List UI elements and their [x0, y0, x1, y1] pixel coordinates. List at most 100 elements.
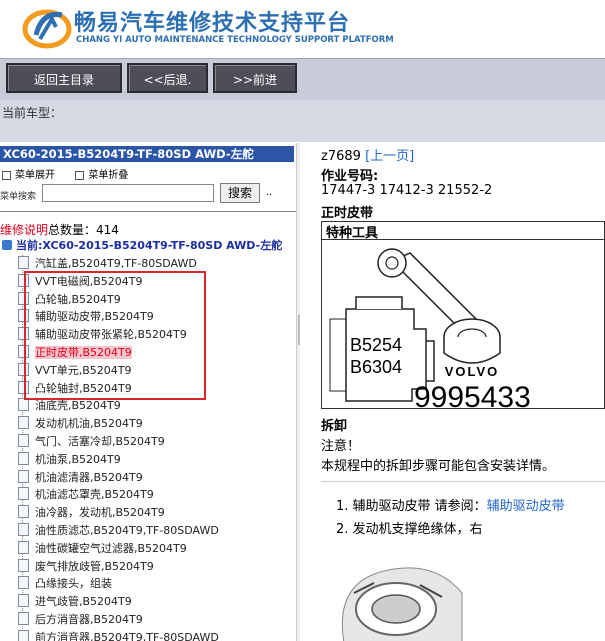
document-icon	[18, 505, 29, 519]
tree-item-label: 发动机机油,B5204T9	[35, 417, 143, 431]
menu-scrollbar[interactable]	[296, 143, 300, 641]
tree-item[interactable]: 进气歧管,B5204T9	[18, 593, 132, 610]
tree-item-label: 油冷器，发动机,B5204T9	[35, 506, 165, 520]
tree-item-label: 机油泵,B5204T9	[35, 452, 121, 466]
site-header: 畅易汽车维修技术支持平台 CHANG YI AUTO MAINTENANCE T…	[0, 0, 605, 58]
section-title: 正时皮带	[321, 206, 374, 221]
tool-brand: VOLVO	[445, 364, 500, 379]
tree-item-label: 油性质滤芯,B5204T9,TF-80SDAWD	[35, 524, 219, 537]
search-input[interactable]	[42, 184, 214, 202]
notice-text: 本规程中的拆卸步骤可能包含安装详情。	[321, 459, 556, 474]
model-header: XC60-2015-B5204T9-TF-80SD AWD-左舵	[0, 146, 294, 162]
count-row: 维修说明总数量：414	[0, 221, 119, 238]
document-icon	[18, 487, 29, 501]
step-1-text: 1. 辅助驱动皮带 请参阅：	[336, 499, 487, 514]
back-button[interactable]: <<后退.	[127, 63, 208, 93]
site-title: 畅易汽车维修技术支持平台	[74, 11, 351, 36]
step-1: 1. 辅助驱动皮带 请参阅：辅助驱动皮带	[336, 495, 565, 514]
current-node[interactable]: 当前:XC60-2015-B5204T9-TF-80SD AWD-左舵	[2, 237, 282, 253]
document-icon	[18, 523, 29, 536]
tree-item[interactable]: 废气排放歧管,B5204T9	[18, 558, 154, 575]
doc-id-row: z7689 [上一页]	[321, 145, 414, 164]
menu-collapse-link[interactable]: 菜单折叠	[88, 170, 128, 181]
forward-button[interactable]: >>前进	[213, 63, 297, 93]
site-subtitle: CHANG YI AUTO MAINTENANCE TECHNOLOGY SUP…	[76, 35, 394, 45]
steps-list: 1. 辅助驱动皮带 请参阅：辅助驱动皮带 2. 发动机支撑绝缘体，右	[336, 495, 565, 541]
tree-item-label: 前方消音器,B5204T9,TF-80SDAWD	[35, 630, 219, 641]
tree-item-label: 油性碳罐空气过滤器,B5204T9	[35, 541, 187, 555]
menu-pane: XC60-2015-B5204T9-TF-80SD AWD-左舵 菜单展开 菜单…	[0, 143, 300, 641]
tree-item-label: 凸缘接头，组装	[35, 577, 112, 591]
search-button[interactable]: 搜索	[220, 183, 260, 203]
document-icon	[18, 416, 29, 430]
disassembly-title: 拆卸	[321, 419, 348, 434]
step-1-link[interactable]: 辅助驱动皮带	[487, 499, 565, 514]
count-label: 维修说明	[0, 223, 49, 237]
tool-label-2: B6304	[350, 357, 402, 377]
tree-item[interactable]: 油性碳罐空气过滤器,B5204T9	[18, 540, 187, 557]
tree-item-label: 汽缸盖,B5204T9,TF-80SDAWD	[35, 257, 197, 270]
tree-item[interactable]: 前方消音器,B5204T9,TF-80SDAWD	[18, 629, 219, 641]
document-icon	[18, 594, 29, 608]
notice-label: 注意！	[321, 439, 361, 454]
search-more: ..	[266, 187, 273, 198]
tree-item[interactable]: 后方消音器,B5204T9	[18, 611, 143, 628]
tree-item[interactable]: 油性质滤芯,B5204T9,TF-80SDAWD	[18, 522, 219, 539]
tree-item[interactable]: 机油滤芯罩壳,B5204T9	[18, 486, 154, 503]
tree-item[interactable]: 汽缸盖,B5204T9,TF-80SDAWD	[18, 255, 197, 272]
document-icon	[18, 398, 29, 412]
document-icon	[18, 256, 29, 269]
tree-item[interactable]: 机油泵,B5204T9	[18, 451, 121, 468]
tree-item[interactable]: 凸缘接头，组装	[18, 575, 112, 592]
current-model-label: 当前车型：	[2, 106, 63, 120]
document-icon	[18, 558, 29, 572]
collapse-icon[interactable]	[75, 170, 85, 180]
current-node-label: 当前:XC60-2015-B5204T9-TF-80SD AWD-左舵	[16, 239, 283, 252]
op-numbers: 17447-3 17412-3 21552-2	[321, 183, 493, 198]
nav-toolbar: 返回主目录 <<后退. >>前进	[0, 58, 605, 101]
tree-item-label: 进气歧管,B5204T9	[35, 595, 132, 609]
tree-item[interactable]: 油冷器，发动机,B5204T9	[18, 504, 165, 521]
menu-controls: 菜单展开 菜单折叠	[0, 166, 128, 181]
document-icon	[18, 629, 29, 641]
step-2: 2. 发动机支撑绝缘体，右	[336, 522, 483, 537]
tree-item[interactable]: 发动机机油,B5204T9	[18, 415, 143, 432]
search-label: 菜单搜索	[0, 192, 37, 202]
document-icon	[18, 540, 29, 554]
document-icon	[18, 612, 29, 625]
divider	[0, 211, 296, 212]
document-icon	[18, 451, 29, 465]
prev-page-link[interactable]: [上一页]	[365, 149, 414, 164]
tool-illustration: B5254 B6304 VOLVO 9995433	[329, 248, 531, 409]
current-model-bar: 当前车型：	[0, 100, 605, 142]
tool-part-number: 9995433	[414, 381, 531, 409]
op-label: 作业号码:	[321, 169, 379, 184]
divider	[321, 481, 605, 482]
document-icon	[18, 469, 29, 483]
document-icon	[18, 576, 29, 590]
document-icon	[18, 434, 29, 447]
tree-item-label: 油底壳,B5204T9	[35, 399, 121, 413]
scrollbar-thumb[interactable]	[298, 315, 300, 345]
highlight-box	[24, 271, 206, 400]
tree-item-label: 废气排放歧管,B5204T9	[35, 559, 154, 573]
doc-id: z7689	[321, 149, 361, 164]
engine-illustration	[341, 567, 463, 641]
back-to-main-button[interactable]: 返回主目录	[6, 63, 122, 93]
tree-item-label: 气门、活塞冷却,B5204T9	[35, 435, 165, 448]
tree-item-label: 机油滤芯罩壳,B5204T9	[35, 488, 154, 502]
logo-icon	[22, 9, 72, 49]
count-text: 总数量：414	[48, 223, 119, 237]
computer-icon	[2, 240, 12, 250]
tree-item[interactable]: 气门、活塞冷却,B5204T9	[18, 433, 165, 450]
tree-item-label: 机油滤清器,B5204T9	[35, 470, 143, 484]
expand-icon[interactable]	[2, 170, 11, 180]
tree-item-label: 后方消音器,B5204T9	[35, 613, 143, 626]
tool-label-1: B5254	[350, 335, 402, 355]
menu-search: 菜单搜索 搜索 ..	[0, 183, 300, 205]
special-tools-box: 特种工具 B5254 B6304 VOLVO 9995433	[321, 221, 605, 409]
tree-item[interactable]: 机油滤清器,B5204T9	[18, 469, 143, 486]
content-pane: z7689 [上一页] 作业号码: 17447-3 17412-3 21552-…	[318, 143, 605, 641]
menu-expand-link[interactable]: 菜单展开	[15, 170, 55, 181]
tools-header: 特种工具	[322, 222, 604, 241]
